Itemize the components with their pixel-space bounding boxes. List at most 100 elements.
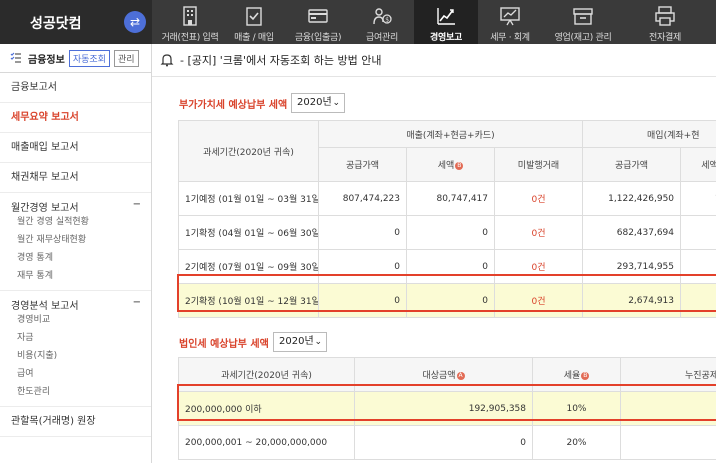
vat-supply-cell: 0 <box>318 283 407 318</box>
corp-period-cell: 200,000,000 이하 <box>178 391 355 426</box>
menu-item-2[interactable]: 매출 / 매입 <box>222 0 286 44</box>
sidebar-item-4[interactable]: 채권채무 보고서 <box>0 163 151 193</box>
corp-head-base: 대상금액 A <box>354 357 533 392</box>
vat-year-select[interactable]: 2020년 ⌄ <box>291 93 345 113</box>
menu-item-label: 거래(전표) 입력 <box>161 33 219 43</box>
corp-cumul-cell <box>620 425 716 460</box>
manage-button[interactable]: 관리 <box>113 49 139 67</box>
menu-item-6[interactable]: 세무 · 회계 <box>478 0 542 44</box>
vat-period-cell: 2기예정 (07월 01일 ~ 09월 30일) <box>178 249 319 284</box>
vat-purchase-supply-cell: 1,122,426,950 <box>582 181 682 216</box>
sidebar-subitem[interactable]: 경영비교 <box>11 311 151 329</box>
sidebar-item-1[interactable]: 금융보고서 <box>0 73 151 103</box>
menu-item-label: 전자결제 <box>649 33 681 43</box>
notice-bar[interactable]: - [공지] '크롬'에서 자동조회 하는 방법 안내 <box>152 44 716 77</box>
vat-period-cell: 1기예정 (01월 01일 ~ 03월 31일) <box>178 181 319 216</box>
switch-icon[interactable]: ⇄ <box>124 11 146 33</box>
table-row[interactable]: 1기예정 (01월 01일 ~ 03월 31일) 807,474,223 80,74… <box>178 181 716 216</box>
table-row[interactable]: 2기예정 (07월 01일 ~ 09월 30일)000건293,714,9552… <box>178 249 716 284</box>
sidebar-group-title[interactable]: 경영분석 보고서 − <box>11 297 151 312</box>
menu-item-label: 금융(입출금) <box>294 33 342 43</box>
vat-purchase-tax-cell <box>680 283 716 318</box>
vat-supply-cell: 0 <box>318 249 407 284</box>
corp-head-cumul: 누진공제 <box>620 357 716 392</box>
sidebar-item-ledger[interactable]: 관할목(거래명) 원장 <box>0 407 151 437</box>
vat-head-period: 과세기간(2020년 귀속) <box>178 120 319 182</box>
sidebar-subitem[interactable]: 월간 경영 실적현황 <box>11 213 151 231</box>
menu-item-7[interactable]: 영업(재고) 관리 <box>542 0 624 44</box>
vat-section-title: 부가가치세 예상납부 세액 <box>179 100 288 111</box>
menu-item-4[interactable]: $ 급여관리 <box>350 0 414 44</box>
sidebar-subitem[interactable]: 월간 재무상태현황 <box>11 231 151 249</box>
vat-head-tax: 세액 B <box>406 147 495 182</box>
menu-item-label: 영업(재고) 관리 <box>554 33 612 43</box>
corp-rate-cell: 10% <box>532 391 621 426</box>
chevron-down-icon: ⌄ <box>314 337 322 347</box>
corp-rate-cell: 20% <box>532 425 621 460</box>
menu-item-5[interactable]: 경영보고 <box>414 0 478 44</box>
vat-head-purchase: 매입(계좌+현 <box>582 120 716 148</box>
menu-item-label: 급여관리 <box>366 33 398 43</box>
main-menu: 거래(전표) 입력 매출 / 매입 금융(입출금) $ 급여관리 경영보고 세무 · 회계 영… <box>158 0 706 44</box>
sidebar-item-2[interactable]: 세무요약 보고서 <box>0 103 151 133</box>
svg-text:$: $ <box>385 16 389 23</box>
sidebar-subitem[interactable]: 자금 <box>11 329 151 347</box>
sidebar-group-2: 경영분석 보고서 − 경영비교 자금 비용(지출) 급여 한도관리 <box>0 291 151 407</box>
menu-item-8[interactable]: 전자결제 <box>624 0 706 44</box>
corp-year-value: 2020년 <box>279 336 314 347</box>
vat-tax-cell: 0 <box>406 283 495 318</box>
sidebar-subitem[interactable]: 경영 통계 <box>11 249 151 267</box>
table-row[interactable]: 2기확정 (10월 01일 ~ 12월 31일) 0 0 0건 2,674,913 <box>178 283 716 318</box>
vat-unissued-cell: 0건 <box>493 283 584 318</box>
sidebar-group-title[interactable]: 월간경영 보고서 − <box>11 199 151 214</box>
vat-head-unissued: 미발행거래 <box>493 147 584 182</box>
brand-name[interactable]: 성공닷컴 <box>30 13 82 33</box>
sidebar-subitem[interactable]: 재무 통계 <box>11 267 151 285</box>
table-row[interactable]: 1기확정 (04월 01일 ~ 06월 30일)000건682,437,6946… <box>178 215 716 250</box>
vat-table: 과세기간(2020년 귀속) 매출(계좌+현금+카드) 매입(계좌+현 공급가액… <box>178 120 716 318</box>
presentation-chart-icon <box>500 7 520 26</box>
vat-period-cell: 2기확정 (10월 01일 ~ 12월 31일) <box>178 283 319 318</box>
vat-unissued-cell: 0건 <box>493 181 584 216</box>
collapse-icon[interactable]: − <box>133 199 141 213</box>
corp-base-cell: 192,905,358 <box>354 391 533 426</box>
sidebar-subitem[interactable]: 급여 <box>11 365 151 383</box>
vat-tax-cell: 0 <box>406 249 495 284</box>
collapse-icon[interactable]: − <box>133 297 141 311</box>
sidebar: 금융정보 자동조회 관리 금융보고서 세무요약 보고서 매출매입 보고서 채권채무 보… <box>0 44 152 463</box>
chevron-down-icon: ⌄ <box>332 98 340 108</box>
vat-year-value: 2020년 <box>297 97 332 108</box>
sidebar-item-3[interactable]: 매출매입 보고서 <box>0 133 151 163</box>
vat-tax-cell: 0 <box>406 215 495 250</box>
table-row[interactable]: 200,000,000 이하 192,905,358 10% <box>178 391 716 426</box>
box-icon <box>573 8 593 25</box>
menu-item-1[interactable]: 거래(전표) 입력 <box>158 0 222 44</box>
vat-head-p-supply: 공급가액 <box>582 147 682 182</box>
vat-tax-cell: 80,747,417 <box>406 181 495 216</box>
card-icon <box>308 9 328 23</box>
table-row[interactable]: 200,000,001 ~ 20,000,000,000 0 20% <box>178 425 716 460</box>
main-content: - [공지] '크롬'에서 자동조회 하는 방법 안내 부가가치세 예상납부 세… <box>152 44 716 463</box>
corp-head-period: 과세기간(2020년 귀속) <box>178 357 355 392</box>
person-money-icon: $ <box>373 8 392 25</box>
vat-purchase-tax-cell: 112 <box>680 181 716 216</box>
corp-table: 과세기간(2020년 귀속) 대상금액 A 세율 B 누진공제 200,000,00… <box>178 357 716 460</box>
sidebar-header: 금융정보 자동조회 관리 <box>0 44 151 73</box>
corp-period-cell: 200,000,001 ~ 20,000,000,000 <box>178 425 355 460</box>
vat-purchase-tax-cell: 68 <box>680 215 716 250</box>
vat-head-supply: 공급가액 <box>318 147 407 182</box>
brand-area: 성공닷컴 ⇄ <box>0 0 152 44</box>
vat-period-cell: 1기확정 (04월 01일 ~ 06월 30일) <box>178 215 319 250</box>
vat-unissued-cell: 0건 <box>493 249 584 284</box>
printer-icon <box>655 6 675 26</box>
menu-item-label: 경영보고 <box>430 33 462 43</box>
sidebar-subitem[interactable]: 비용(지출) <box>11 347 151 365</box>
vat-purchase-supply-cell: 682,437,694 <box>582 215 682 250</box>
corp-year-select[interactable]: 2020년 ⌄ <box>273 332 327 352</box>
sidebar-subitem[interactable]: 한도관리 <box>11 383 151 401</box>
menu-item-3[interactable]: 금융(입출금) <box>286 0 350 44</box>
badge-b-icon: B <box>455 161 464 170</box>
top-navigation-bar: 성공닷컴 ⇄ 거래(전표) 입력 매출 / 매입 금융(입출금) $ 급여관리 경영보고 세… <box>0 0 716 44</box>
auto-query-button[interactable]: 자동조회 <box>68 49 110 67</box>
notice-text: - [공지] '크롬'에서 자동조회 하는 방법 안내 <box>180 54 382 67</box>
